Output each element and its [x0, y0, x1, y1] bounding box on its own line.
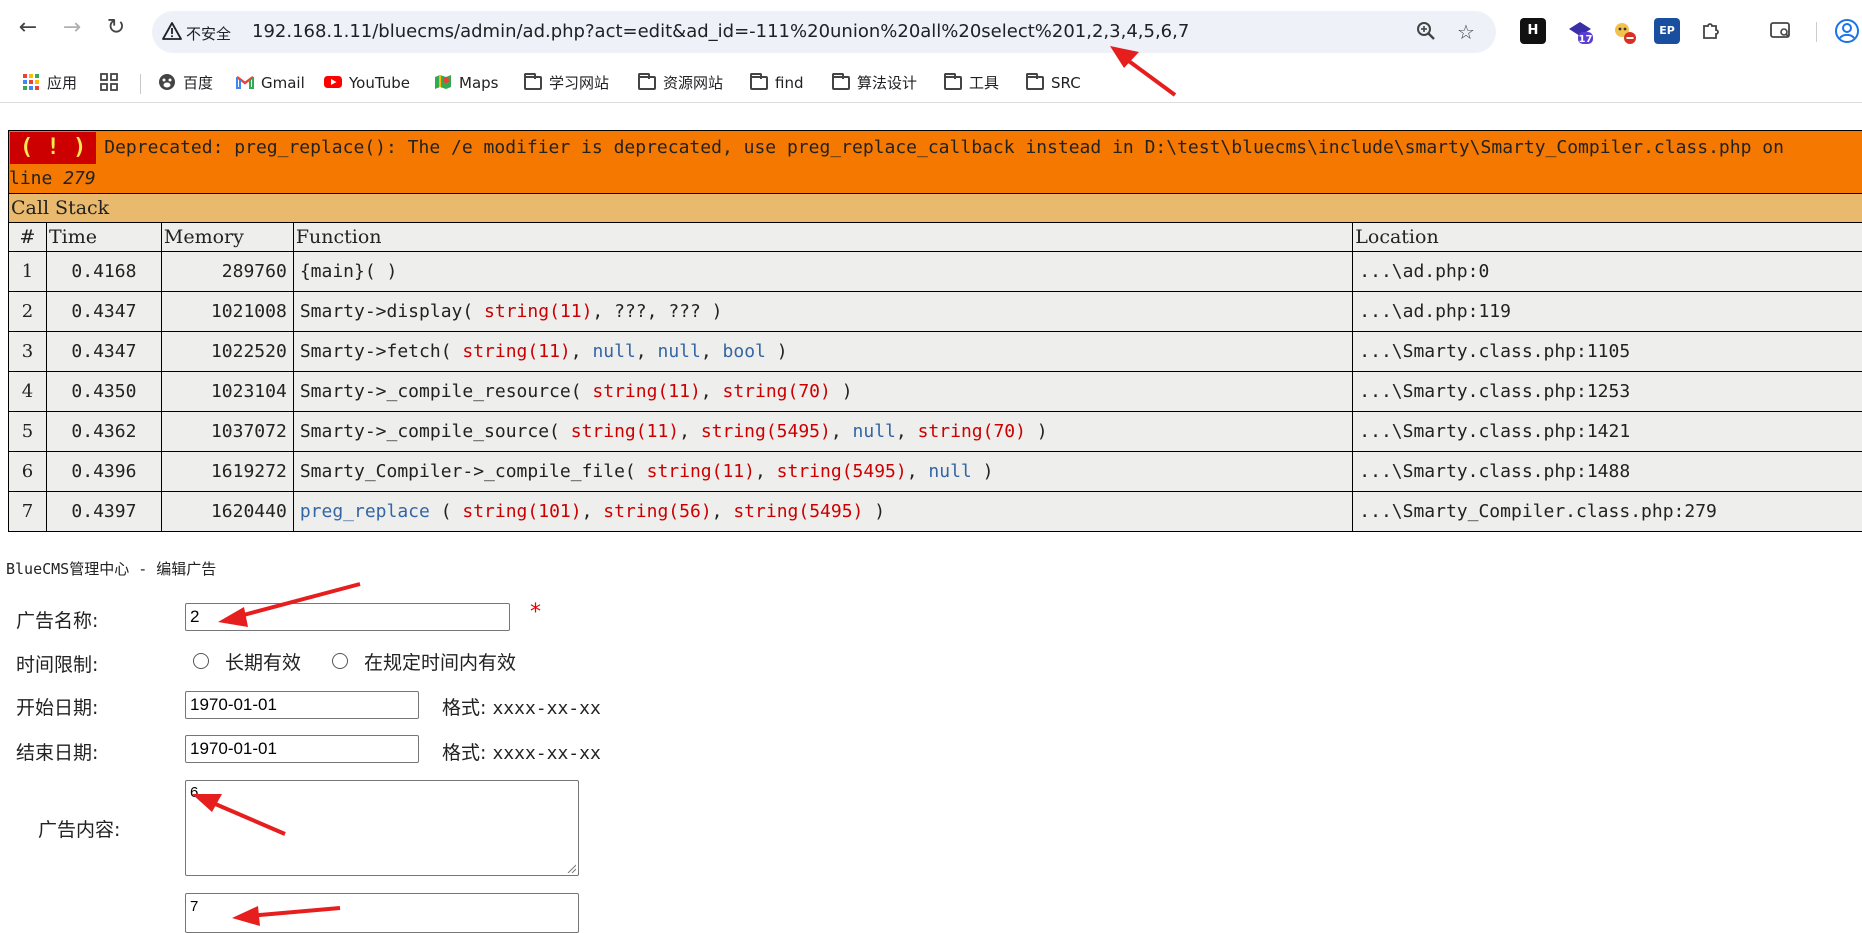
browser-toolbar: ← → ↻ 不安全 192.168.1.11/bluecms/admin/ad.… [0, 0, 1862, 64]
location-cell[interactable]: ...\Smarty_Compiler.class.php:279 [1353, 492, 1862, 532]
end-date-format-hint: 格式: xxxx-xx-xx [442, 738, 601, 765]
error-message: Deprecated: preg_replace(): The /e modif… [104, 137, 1784, 158]
start-date-format-hint: 格式: xxxx-xx-xx [442, 693, 601, 720]
function-cell: {main}( ) [293, 252, 1352, 292]
toolbar-divider [1816, 22, 1817, 42]
bookmark-folder-algorithms[interactable]: 算法设计 [832, 71, 917, 95]
call-stack-title: Call Stack [9, 194, 1862, 223]
table-row: 3 0.4347 1022520 Smarty->fetch( string(1… [9, 332, 1862, 372]
folder-icon [1026, 76, 1044, 90]
ad-name-label: 广告名称: [16, 606, 98, 633]
location-cell[interactable]: ...\ad.php:119 [1353, 292, 1862, 332]
col-header-function: Function [293, 223, 1352, 252]
baidu-icon [158, 73, 176, 91]
folder-icon [832, 76, 850, 90]
bookmark-maps[interactable]: Maps [434, 71, 498, 95]
location-cell[interactable]: ...\Smarty.class.php:1105 [1353, 332, 1862, 372]
back-arrow-icon[interactable]: ← [14, 14, 42, 42]
bookmark-gmail[interactable]: Gmail [236, 71, 305, 95]
location-cell[interactable]: ...\Smarty.class.php:1488 [1353, 452, 1862, 492]
table-row: 2 0.4347 1021008 Smarty->display( string… [9, 292, 1862, 332]
xdebug-error-table: ( ! ) Deprecated: preg_replace(): The /e … [8, 130, 1862, 532]
url-text[interactable]: 192.168.1.11/bluecms/admin/ad.php?act=ed… [252, 21, 1189, 42]
folder-icon [638, 76, 656, 90]
grid-icon [100, 73, 118, 91]
tab-search-icon[interactable] [1768, 18, 1794, 44]
radio-time-range-label[interactable]: 在规定时间内有效 [364, 648, 516, 675]
warning-triangle-icon[interactable] [162, 21, 182, 41]
address-bar[interactable]: 不安全 192.168.1.11/bluecms/admin/ad.php?ac… [152, 11, 1496, 53]
col-header-memory: Memory [161, 223, 293, 252]
table-row: 1 0.4168 289760 {main}( ) ...\ad.php:0 [9, 252, 1862, 292]
bookmark-folder-resources[interactable]: 资源网站 [638, 71, 723, 95]
maps-icon [434, 73, 452, 91]
folder-icon [944, 76, 962, 90]
extension-mascot-icon[interactable] [1610, 18, 1636, 44]
extension-h-icon[interactable]: H [1520, 18, 1546, 44]
ad-content-label: 广告内容: [38, 815, 120, 842]
svg-text:17: 17 [1579, 34, 1593, 45]
location-cell[interactable]: ...\Smarty.class.php:1253 [1353, 372, 1862, 412]
function-cell: Smarty_Compiler->_compile_file( string(1… [293, 452, 1352, 492]
table-row: 4 0.4350 1023104 Smarty->_compile_resour… [9, 372, 1862, 412]
gmail-icon [236, 73, 254, 91]
error-line-number: 279 [63, 168, 96, 189]
end-date-label: 结束日期: [16, 738, 98, 765]
youtube-icon [324, 73, 342, 91]
radio-time-range[interactable] [332, 653, 348, 669]
bookmark-folder-src[interactable]: SRC [1026, 71, 1081, 95]
security-status-label[interactable]: 不安全 [186, 23, 231, 44]
function-cell: Smarty->display( string(11), ???, ??? ) [293, 292, 1352, 332]
start-date-label: 开始日期: [16, 693, 98, 720]
apps-grid-icon [22, 73, 40, 91]
error-message-row: ( ! ) Deprecated: preg_replace(): The /e … [9, 131, 1862, 194]
col-header-location: Location [1353, 223, 1862, 252]
page-title: BlueCMS管理中心 - 编辑广告 [6, 558, 216, 579]
extensions-puzzle-icon[interactable] [1698, 18, 1724, 44]
profile-avatar-icon[interactable] [1834, 18, 1860, 44]
resize-grip-icon[interactable] [566, 863, 576, 873]
bookmark-folder-study[interactable]: 学习网站 [524, 71, 609, 95]
col-header-time: Time [46, 223, 161, 252]
bookmark-star-icon[interactable]: ☆ [1454, 20, 1478, 44]
bookmark-separator [140, 74, 141, 94]
table-row: 6 0.4396 1619272 Smarty_Compiler->_compi… [9, 452, 1862, 492]
col-header-num: # [9, 223, 47, 252]
bookmark-apps[interactable]: 应用 [22, 71, 77, 95]
bookmark-youtube[interactable]: YouTube [324, 71, 410, 95]
ad-content-textarea[interactable]: 6 [185, 780, 579, 876]
zoom-icon[interactable] [1414, 20, 1438, 44]
extension-17-icon[interactable]: 17 [1566, 18, 1592, 44]
ad-extra-textarea[interactable]: 7 [185, 893, 579, 933]
bookmarks-bar: 应用 百度 Gmail YouTube Maps 学习网站 资源网站 find … [0, 64, 1862, 103]
extension-ep-icon[interactable]: EP [1654, 18, 1680, 44]
function-cell: Smarty->fetch( string(11), null, null, b… [293, 332, 1352, 372]
bookmark-folder-tools[interactable]: 工具 [944, 71, 999, 95]
reload-icon[interactable]: ↻ [102, 14, 130, 42]
function-cell: Smarty->_compile_source( string(11), str… [293, 412, 1352, 452]
end-date-input[interactable]: 1970-01-01 [185, 735, 419, 763]
call-stack-header-row: # Time Memory Function Location [9, 223, 1862, 252]
bookmark-baidu[interactable]: 百度 [158, 71, 213, 95]
ad-name-input[interactable]: 2 [185, 603, 510, 631]
radio-long-term-label[interactable]: 长期有效 [225, 648, 301, 675]
required-mark: * [530, 600, 541, 625]
folder-icon [524, 76, 542, 90]
table-row: 5 0.4362 1037072 Smarty->_compile_source… [9, 412, 1862, 452]
forward-arrow-icon[interactable]: → [58, 14, 86, 42]
table-row: 7 0.4397 1620440 preg_replace ( string(1… [9, 492, 1862, 532]
preg-replace-link[interactable]: preg_replace [300, 501, 430, 522]
location-cell[interactable]: ...\Smarty.class.php:1421 [1353, 412, 1862, 452]
time-limit-label: 时间限制: [16, 650, 98, 677]
bookmark-grid[interactable] [100, 71, 125, 95]
location-cell[interactable]: ...\ad.php:0 [1353, 252, 1862, 292]
function-cell: preg_replace ( string(101), string(56), … [293, 492, 1352, 532]
error-badge: ( ! ) [10, 132, 96, 164]
folder-icon [750, 76, 768, 90]
start-date-input[interactable]: 1970-01-01 [185, 691, 419, 719]
bookmark-folder-find[interactable]: find [750, 71, 803, 95]
radio-long-term[interactable] [193, 653, 209, 669]
call-stack-title-row: Call Stack [9, 194, 1862, 223]
function-cell: Smarty->_compile_resource( string(11), s… [293, 372, 1352, 412]
